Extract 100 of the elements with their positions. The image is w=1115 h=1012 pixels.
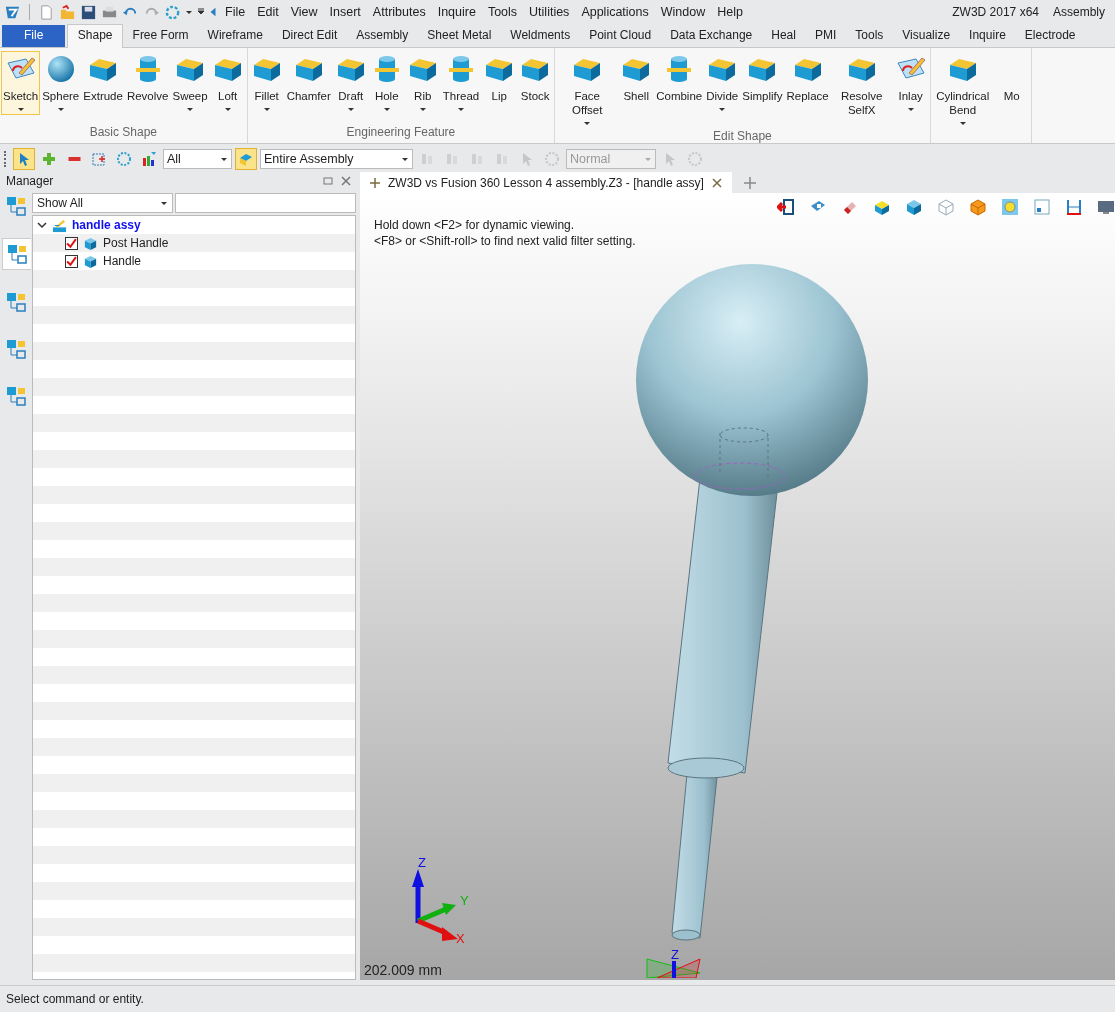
ribbon-tab[interactable]: Point Cloud (579, 25, 661, 47)
ribbon-tab[interactable]: Wireframe (198, 25, 273, 47)
ribbon-button[interactable]: Stock (517, 51, 554, 105)
shaded-cube-icon[interactable] (905, 198, 923, 216)
add-tab-icon[interactable] (743, 177, 756, 189)
ribbon-tab[interactable]: Assembly (346, 25, 418, 47)
caret-icon (223, 105, 232, 113)
close-icon[interactable] (340, 175, 352, 187)
filter-dropdown[interactable]: Show All (32, 193, 173, 213)
ribbon-tab[interactable]: Inquire (959, 25, 1016, 47)
menu-item[interactable]: Utilities (525, 5, 574, 19)
caret-icon (958, 119, 967, 127)
ribbon-button[interactable]: Chamfer (284, 51, 333, 105)
tree-item[interactable]: Handle (103, 254, 142, 268)
ribbon-button[interactable]: Hole (368, 51, 405, 115)
mode-dropdown[interactable]: Assembly (1053, 5, 1111, 19)
menu-item[interactable]: Attributes (368, 5, 430, 19)
customize-caret-icon[interactable] (197, 7, 205, 17)
collapse-arrow-icon[interactable] (209, 7, 217, 17)
dimension-icon[interactable] (1065, 198, 1083, 216)
axis-label: Z (671, 947, 679, 962)
ribbon-button[interactable]: Thread (440, 51, 482, 115)
ribbon-group-label: Engineering Feature (345, 125, 457, 141)
menu-item[interactable]: Applications (577, 5, 653, 19)
menu-item[interactable]: Window (656, 5, 710, 19)
ribbon-button[interactable]: Draft (332, 51, 369, 115)
tree-structure-icon (4, 194, 28, 218)
wireframe-cube-icon[interactable] (937, 198, 955, 216)
menu-item[interactable]: View (286, 5, 322, 19)
document-tab[interactable]: ZW3D vs Fusion 360 Lesson 4 assembly.Z3 - [handle assy] (360, 172, 732, 193)
ribbon-tab[interactable]: Heal (761, 25, 806, 47)
menu-item[interactable]: Inquire (433, 5, 480, 19)
ribbon-button[interactable]: Fillet (248, 51, 285, 115)
ribbon-button[interactable]: Combine (654, 51, 705, 105)
cube-icon[interactable] (873, 198, 891, 216)
ribbon-tab[interactable]: Data Exchange (660, 25, 762, 47)
checkbox[interactable] (65, 254, 78, 268)
ribbon-button[interactable]: Divide (704, 51, 741, 115)
menu-item[interactable]: Help (713, 5, 747, 19)
axis-label: Z (418, 855, 426, 870)
ribbon-tab[interactable]: Free Form (123, 25, 199, 47)
caret-icon (718, 105, 727, 113)
menu-item[interactable]: Insert (325, 5, 365, 19)
caret-icon (16, 105, 25, 113)
ribbon-button[interactable]: Sphere (40, 51, 82, 115)
status-text: Select command or entity. (6, 992, 144, 1006)
render-mode-icon[interactable] (969, 198, 987, 216)
menu-item[interactable]: Tools (483, 5, 522, 19)
ribbon-button[interactable]: Cylindrical Bend (931, 51, 994, 129)
caret-icon (262, 105, 271, 113)
new-file-icon[interactable] (38, 3, 55, 21)
ribbon-button[interactable]: Lip (481, 51, 518, 105)
tree-item[interactable]: Post Handle (103, 236, 169, 250)
viewport[interactable]: Hold down <F2> for dynamic viewing. <F8> or <Shift-roll> to find next valid filter setting. Z Y X Z 202.009 mm (360, 193, 1115, 980)
ribbon-tab[interactable]: Visualize (892, 25, 960, 47)
caret-icon (456, 105, 465, 113)
ribbon-tab[interactable]: Electrode (1015, 25, 1085, 47)
ribbon-tab[interactable]: Tools (845, 25, 893, 47)
ribbon-button[interactable]: Extrude (81, 51, 125, 105)
ribbon-button[interactable]: Shell (618, 51, 655, 105)
ribbon-button[interactable]: Resolve SelfX (830, 51, 893, 119)
ribbon-button[interactable]: Revolve (124, 51, 171, 105)
checkbox[interactable] (65, 236, 78, 250)
ribbon-tab[interactable]: PMI (805, 25, 846, 47)
box-select-icon (91, 150, 107, 167)
exit-icon[interactable] (777, 198, 795, 216)
menu-item[interactable]: Edit (253, 5, 283, 19)
ribbon-tab[interactable]: Weldments (500, 25, 580, 47)
file-tab[interactable]: File (2, 25, 66, 47)
scale-text: 202.009 mm (364, 962, 442, 978)
origin-marker-drawing (646, 958, 701, 978)
monitor-icon[interactable] (1097, 198, 1115, 216)
restore-icon[interactable] (322, 175, 334, 187)
ribbon-button[interactable]: Sketch (1, 51, 41, 115)
side-panel-tab[interactable] (1, 238, 31, 270)
open-folder-icon[interactable] (59, 3, 76, 21)
chevron-icon[interactable] (37, 220, 47, 230)
save-icon[interactable] (80, 3, 97, 21)
ribbon-button[interactable]: Replace (784, 51, 831, 105)
zoom-fit-icon[interactable] (1001, 198, 1019, 216)
dropdown-field[interactable]: Entire Assembly (260, 148, 413, 169)
ribbon-button[interactable]: Simplify (740, 51, 785, 105)
close-icon[interactable] (711, 177, 722, 188)
zoom-window-icon[interactable] (1033, 198, 1051, 216)
ribbon-tab[interactable]: Direct Edit (272, 25, 347, 47)
ribbon-button[interactable]: Inlay (892, 51, 929, 115)
ribbon-button[interactable]: Sweep (170, 51, 210, 115)
dropdown-field[interactable]: All (163, 148, 232, 169)
menu-item[interactable]: File (221, 5, 250, 19)
caret-icon (56, 105, 65, 113)
tree-item[interactable]: handle assy (72, 218, 141, 232)
ribbon-button[interactable]: Face Offset (556, 51, 619, 129)
ribbon-button[interactable]: Mo (993, 51, 1030, 105)
toolbar-button[interactable] (13, 147, 35, 170)
search-field[interactable] (175, 193, 356, 213)
ribbon-tab[interactable]: Sheet Metal (417, 25, 501, 47)
tree-structure-icon (4, 290, 28, 314)
ribbon-button[interactable]: Loft (209, 51, 246, 115)
ribbon-button[interactable]: Rib (404, 51, 441, 115)
ribbon-tab[interactable]: Shape (67, 24, 124, 48)
